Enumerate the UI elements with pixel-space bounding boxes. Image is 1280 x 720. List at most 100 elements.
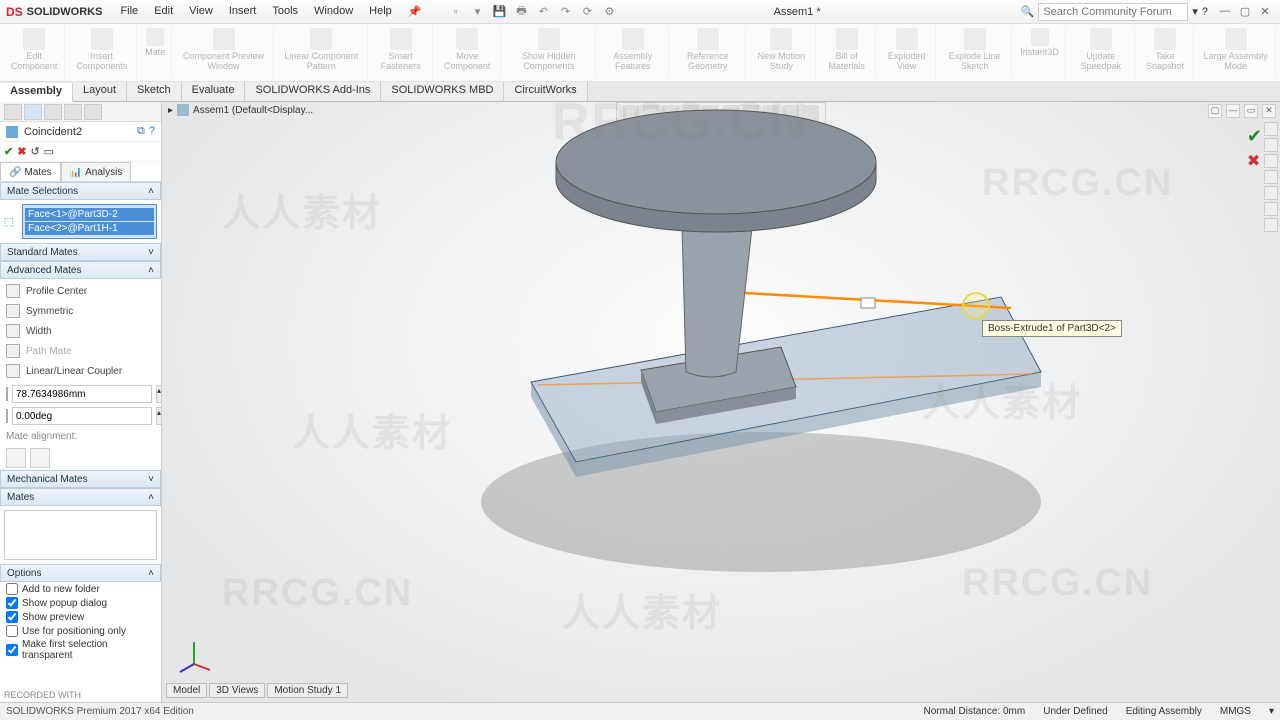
angle-input[interactable] — [12, 407, 152, 425]
opt-positioning-only[interactable]: Use for positioning only — [0, 624, 161, 638]
menu-window[interactable]: Window — [308, 3, 359, 20]
menu-view[interactable]: View — [183, 3, 219, 20]
menu-help[interactable]: Help — [363, 3, 398, 20]
mates-box[interactable] — [4, 510, 157, 560]
mate-symmetric[interactable]: Symmetric — [0, 301, 161, 321]
minimize-icon[interactable]: — — [1216, 5, 1234, 18]
tab-addins[interactable]: SOLIDWORKS Add-Ins — [245, 82, 381, 101]
taskpane-appearances-icon[interactable] — [1264, 202, 1278, 216]
fm-tab-display-icon[interactable] — [84, 104, 102, 120]
ribbon-component-preview[interactable]: Component Preview Window — [174, 26, 274, 79]
ribbon-smart-fasteners[interactable]: Smart Fasteners — [370, 26, 433, 79]
ribbon-insert-components[interactable]: Insert Components — [67, 26, 137, 79]
taskpane-home-icon[interactable] — [1264, 122, 1278, 136]
maximize-icon[interactable]: ▢ — [1236, 5, 1254, 18]
taskpane-resources-icon[interactable] — [1264, 138, 1278, 152]
taskpane-design-lib-icon[interactable] — [1264, 154, 1278, 168]
options-icon[interactable]: ⚙ — [601, 4, 617, 20]
opt-show-preview[interactable]: Show preview — [0, 610, 161, 624]
pm-help-icon[interactable]: ? — [149, 125, 155, 138]
ribbon-exploded-view[interactable]: Exploded View — [878, 26, 935, 79]
menu-tools[interactable]: Tools — [266, 3, 304, 20]
tab-mbd[interactable]: SOLIDWORKS MBD — [381, 82, 504, 101]
section-mates[interactable]: Mates˄ — [0, 488, 161, 506]
ribbon-assembly-features[interactable]: Assembly Features — [598, 26, 669, 79]
search-dropdown-icon[interactable]: ▾ — [1192, 5, 1198, 18]
graphics-viewport[interactable]: ▸ Assem1 (Default<Display... ▢ — ▭ ✕ ✔ ✖ — [162, 102, 1280, 702]
tab-layout[interactable]: Layout — [73, 82, 127, 101]
redo-icon[interactable]: ↷ — [557, 4, 573, 20]
tab-assembly[interactable]: Assembly — [0, 83, 73, 102]
checkbox[interactable] — [6, 611, 18, 623]
tab-motion-study[interactable]: Motion Study 1 — [267, 683, 348, 698]
print-icon[interactable]: 🖶 — [513, 4, 529, 20]
checkbox[interactable] — [6, 625, 18, 637]
menu-edit[interactable]: Edit — [148, 3, 179, 20]
subtab-analysis[interactable]: 📊Analysis — [61, 162, 132, 181]
section-options[interactable]: Options˄ — [0, 564, 161, 582]
opt-first-transparent[interactable]: Make first selection transparent — [0, 638, 161, 662]
ribbon-instant3d[interactable]: Instant3D — [1014, 26, 1066, 79]
mate-path[interactable]: Path Mate — [0, 341, 161, 361]
close-icon[interactable]: ✕ — [1256, 5, 1274, 18]
search-input[interactable] — [1038, 3, 1188, 21]
tab-model[interactable]: Model — [166, 683, 207, 698]
menu-insert[interactable]: Insert — [223, 3, 263, 20]
status-dropdown-icon[interactable]: ▾ — [1269, 706, 1274, 717]
ribbon-move-component[interactable]: Move Component — [435, 26, 501, 79]
opt-show-popup[interactable]: Show popup dialog — [0, 596, 161, 610]
undo-icon[interactable]: ↶ — [535, 4, 551, 20]
selection-item[interactable]: Face<2>@Part1H-1 — [25, 222, 154, 235]
checkbox[interactable] — [6, 583, 18, 595]
pm-cancel-button[interactable]: ✖ — [17, 145, 26, 158]
ribbon-show-hidden[interactable]: Show Hidden Components — [503, 26, 596, 79]
ribbon-large-assembly[interactable]: Large Assembly Mode — [1196, 26, 1276, 79]
selection-list[interactable]: Face<1>@Part3D-2 Face<2>@Part1H-1 — [22, 204, 157, 239]
opt-add-new-folder[interactable]: Add to new folder — [0, 582, 161, 596]
ribbon-bom[interactable]: Bill of Materials — [818, 26, 877, 79]
ribbon-linear-pattern[interactable]: Linear Component Pattern — [276, 26, 368, 79]
checkbox[interactable] — [6, 644, 18, 656]
mate-width[interactable]: Width — [0, 321, 161, 341]
pm-pin-icon[interactable]: ⧉ — [137, 125, 145, 138]
ribbon-take-snapshot[interactable]: Take Snapshot — [1137, 26, 1195, 79]
open-icon[interactable]: ▾ — [469, 4, 485, 20]
menu-pin-icon[interactable]: 📌 — [402, 3, 428, 20]
ribbon-new-motion[interactable]: New Motion Study — [748, 26, 816, 79]
checkbox[interactable] — [6, 597, 18, 609]
section-mate-selections[interactable]: Mate Selections˄ — [0, 182, 161, 200]
selection-filter-icon[interactable]: ⬚ — [0, 200, 18, 243]
align-anti-icon[interactable] — [30, 448, 50, 468]
fm-tab-config-icon[interactable] — [44, 104, 62, 120]
ribbon-ref-geometry[interactable]: Reference Geometry — [671, 26, 747, 79]
section-mechanical-mates[interactable]: Mechanical Mates˅ — [0, 470, 161, 488]
taskpane-custom-icon[interactable] — [1264, 218, 1278, 232]
tab-evaluate[interactable]: Evaluate — [182, 82, 246, 101]
selection-item[interactable]: Face<1>@Part3D-2 — [25, 208, 154, 221]
fm-tab-feature-icon[interactable] — [4, 104, 22, 120]
section-advanced-mates[interactable]: Advanced Mates˄ — [0, 261, 161, 279]
ribbon-explode-line[interactable]: Explode Line Sketch — [938, 26, 1012, 79]
fm-tab-property-icon[interactable] — [24, 104, 42, 120]
rebuild-icon[interactable]: ⟳ — [579, 4, 595, 20]
mate-profile-center[interactable]: Profile Center — [0, 281, 161, 301]
ribbon-mate[interactable]: Mate — [139, 26, 172, 79]
menu-file[interactable]: File — [114, 3, 144, 20]
new-icon[interactable]: ▫ — [447, 4, 463, 20]
fm-tab-dim-icon[interactable] — [64, 104, 82, 120]
tab-circuitworks[interactable]: CircuitWorks — [504, 82, 587, 101]
taskpane-view-palette-icon[interactable] — [1264, 186, 1278, 200]
taskpane-file-explorer-icon[interactable] — [1264, 170, 1278, 184]
orientation-triad[interactable] — [174, 634, 214, 674]
align-aligned-icon[interactable] — [6, 448, 26, 468]
tab-sketch[interactable]: Sketch — [127, 82, 182, 101]
pm-ok-button[interactable]: ✔ — [4, 145, 13, 158]
mate-linear-coupler[interactable]: Linear/Linear Coupler — [0, 361, 161, 381]
section-standard-mates[interactable]: Standard Mates˅ — [0, 243, 161, 261]
tab-3dviews[interactable]: 3D Views — [209, 683, 265, 698]
help-icon[interactable]: ? — [1202, 6, 1208, 18]
subtab-mates[interactable]: 🔗Mates — [0, 162, 61, 181]
ribbon-update-speedpak[interactable]: Update Speedpak — [1068, 26, 1135, 79]
pm-pushpin-icon[interactable]: ↺ — [30, 145, 39, 158]
pm-detail-icon[interactable]: ▭ — [44, 145, 54, 158]
